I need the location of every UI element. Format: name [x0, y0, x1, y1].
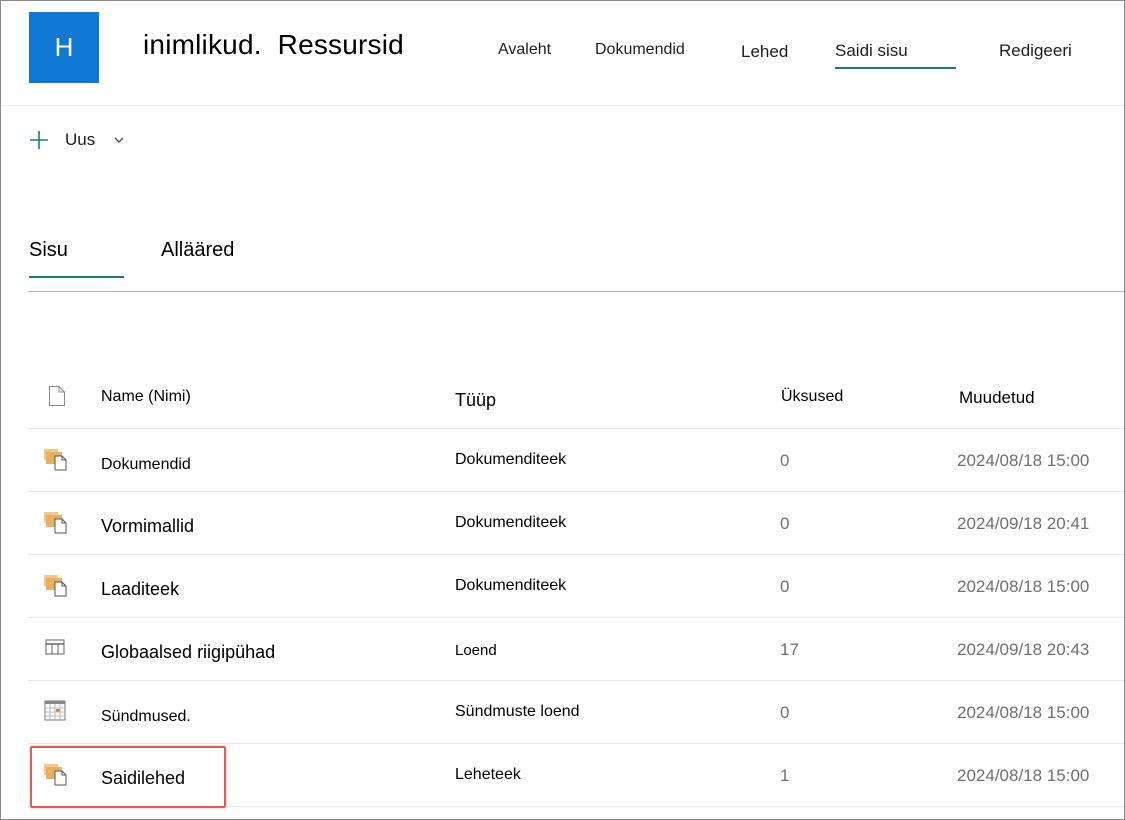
column-header-name[interactable]: Name (Nimi): [101, 388, 191, 406]
tab-divider: [28, 291, 1124, 292]
table-header: Name (Nimi) Tüüp Üksused Muudetud: [28, 366, 1124, 429]
contents-table: Name (Nimi) Tüüp Üksused Muudetud Dokume…: [28, 366, 1124, 807]
row-modified: 2024/08/18 15:00: [957, 577, 1090, 596]
row-type: Sündmuste loend: [455, 703, 580, 720]
row-name-link[interactable]: Sündmused.: [101, 708, 191, 726]
header-divider: [1, 105, 1124, 106]
row-type: Leheteek: [455, 766, 521, 783]
site-logo-letter: H: [54, 32, 74, 62]
row-modified: 2024/08/18 15:00: [957, 451, 1090, 470]
nav-active-indicator: [835, 67, 956, 69]
file-icon: [48, 385, 66, 407]
nav-edit[interactable]: Redigeeri: [999, 41, 1072, 61]
table-row[interactable]: Vormimallid Dokumenditeek 0 2024/09/18 2…: [28, 492, 1124, 555]
row-items: 0: [780, 451, 790, 470]
row-type: Dokumenditeek: [455, 514, 567, 531]
nav-home[interactable]: Avaleht: [498, 41, 551, 59]
row-modified: 2024/09/18 20:43: [957, 640, 1090, 659]
list-icon: [42, 635, 68, 661]
row-type: Dokumenditeek: [455, 451, 567, 468]
column-header-type[interactable]: Tüüp: [455, 390, 496, 411]
table-row[interactable]: Dokumendid Dokumenditeek 0 2024/08/18 15…: [28, 429, 1124, 492]
library-icon: [42, 572, 68, 598]
row-type: Loend: [455, 642, 497, 659]
nav-site-contents[interactable]: Saidi sisu: [835, 41, 908, 61]
new-button-label: Uus: [65, 130, 96, 149]
chevron-down-icon[interactable]: [113, 134, 125, 146]
row-items: 0: [780, 703, 790, 722]
site-logo[interactable]: H: [29, 12, 99, 83]
row-items: 1: [780, 766, 790, 785]
column-header-items[interactable]: Üksused: [781, 388, 843, 406]
plus-icon: [28, 129, 50, 151]
tab-active-indicator: [29, 276, 124, 278]
row-modified: 2024/09/18 20:41: [957, 514, 1090, 533]
row-name-link[interactable]: Vormimallid: [101, 516, 194, 537]
tab-subsites[interactable]: Allääred: [161, 239, 234, 262]
library-icon: [42, 446, 68, 472]
row-type: Dokumenditeek: [455, 577, 567, 594]
highlight-box: [30, 746, 226, 808]
row-modified: 2024/08/18 15:00: [957, 766, 1090, 785]
new-button[interactable]: Uus: [28, 125, 125, 155]
row-name-link[interactable]: Globaalsed riigipühad: [101, 642, 275, 663]
row-items: 0: [780, 577, 790, 596]
table-row[interactable]: Globaalsed riigipühad Loend 17 2024/09/1…: [28, 618, 1124, 681]
row-modified: 2024/08/18 15:00: [957, 703, 1090, 722]
app-window: H inimlikud. Ressursid Avaleht Dokumendi…: [0, 0, 1125, 820]
row-name-link[interactable]: Laaditeek: [101, 579, 179, 600]
nav-documents[interactable]: Dokumendid: [595, 41, 685, 59]
nav-pages[interactable]: Lehed: [741, 42, 788, 62]
tab-contents[interactable]: Sisu: [29, 239, 68, 262]
row-items: 17: [780, 640, 799, 659]
column-header-modified[interactable]: Muudetud: [959, 388, 1035, 408]
row-items: 0: [780, 514, 790, 533]
table-row[interactable]: Laaditeek Dokumenditeek 0 2024/08/18 15:…: [28, 555, 1124, 618]
table-row[interactable]: Sündmused. Sündmuste loend 0 2024/08/18 …: [28, 681, 1124, 744]
row-name-link[interactable]: Dokumendid: [101, 456, 191, 474]
calendar-icon: [42, 698, 68, 724]
site-title[interactable]: inimlikud. Ressursid: [143, 29, 404, 61]
library-icon: [42, 509, 68, 535]
